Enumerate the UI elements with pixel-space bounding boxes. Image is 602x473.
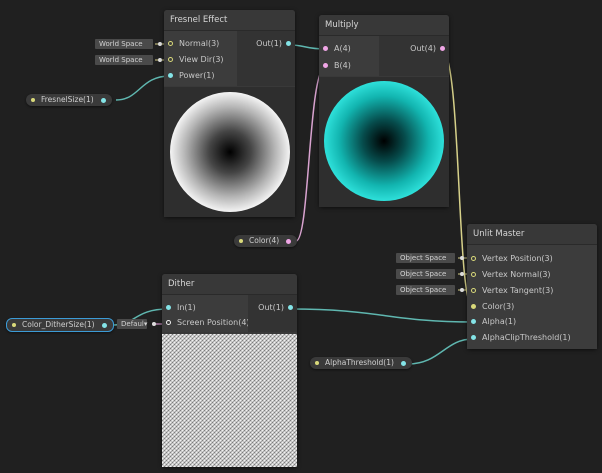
dither-screen-position-label: Screen Position(4) — [177, 318, 250, 327]
fresnel-normal-port[interactable]: Normal(3) — [164, 37, 237, 51]
multiply-node-title[interactable]: Multiply — [319, 15, 449, 36]
unlit-color-port[interactable]: Color(3) — [467, 300, 597, 314]
color-port-dot[interactable] — [323, 46, 328, 51]
dither-preview-image — [162, 334, 297, 467]
fresnel-power-label: Power(1) — [179, 71, 215, 80]
unlit-vertex-tangent-space[interactable]: Object Space — [396, 285, 464, 295]
value-connector-dot — [460, 272, 464, 276]
multiply-out-label: Out(4) — [410, 44, 436, 53]
multiply-a-label: A(4) — [334, 44, 351, 53]
unlit-master-node-title[interactable]: Unlit Master — [467, 224, 597, 245]
color-port-dot[interactable] — [286, 238, 292, 244]
fresnel-size-label: FresnelSize(1) — [41, 95, 94, 104]
dither-out-label: Out(1) — [258, 303, 284, 312]
unlit-vertex-normal-label: Vertex Normal(3) — [482, 270, 551, 279]
unlit-vertex-normal-port[interactable]: Vertex Normal(3) — [467, 268, 597, 282]
wire-fresnelsize-to-power — [115, 75, 171, 101]
dither-node[interactable]: Dither In(1) Screen Position(4) Out(1) — [162, 274, 297, 467]
value-connector-dot — [158, 58, 162, 62]
float-port-dot[interactable] — [166, 305, 171, 310]
fresnel-preview-image — [170, 92, 290, 212]
fresnel-size-property[interactable]: FresnelSize(1) — [26, 94, 112, 106]
unlit-alpha-clip-threshold-label: AlphaClipThreshold(1) — [482, 333, 571, 342]
fresnel-viewdir-port[interactable]: View Dir(3) — [164, 53, 237, 67]
color-dither-size-property[interactable]: Color_DitherSize(1) — [6, 318, 114, 332]
vector-port-dot[interactable] — [471, 256, 476, 261]
float-port-dot[interactable] — [101, 322, 107, 328]
multiply-preview-image — [324, 81, 444, 201]
unlit-vertex-normal-space[interactable]: Object Space — [396, 269, 464, 279]
unlit-vertex-tangent-label: Vertex Tangent(3) — [482, 286, 554, 295]
alpha-threshold-label: AlphaThreshold(1) — [325, 358, 394, 367]
fresnel-normal-space[interactable]: World Space — [95, 39, 162, 49]
dither-node-title[interactable]: Dither — [162, 274, 297, 295]
dither-preview — [162, 334, 297, 467]
fresnel-viewdir-label: View Dir(3) — [179, 55, 224, 64]
color-property[interactable]: Color(4) — [234, 235, 298, 247]
float-port-dot[interactable] — [288, 305, 293, 310]
dither-in-port[interactable]: In(1) — [162, 301, 248, 315]
fresnel-normal-label: Normal(3) — [179, 39, 220, 48]
fresnel-node-title[interactable]: Fresnel Effect — [164, 10, 295, 31]
unlit-alpha-label: Alpha(1) — [482, 317, 517, 326]
multiply-b-port[interactable]: B(4) — [319, 59, 379, 73]
multiply-b-label: B(4) — [334, 61, 351, 70]
fresnel-power-port[interactable]: Power(1) — [164, 69, 237, 83]
color-port-dot[interactable] — [166, 320, 171, 325]
unlit-vertex-tangent-space-label: Object Space — [400, 286, 447, 294]
color-property-label: Color(4) — [249, 236, 280, 245]
multiply-out-port[interactable]: Out(4) — [379, 42, 449, 56]
multiply-a-port[interactable]: A(4) — [319, 42, 379, 56]
wire-dither-to-unlit-alpha — [289, 308, 474, 323]
fresnel-out-port[interactable]: Out(1) — [237, 37, 295, 51]
unlit-alpha-clip-threshold-port[interactable]: AlphaClipThreshold(1) — [467, 331, 597, 345]
wire-alphathreshold-to-clip — [407, 338, 474, 365]
vector-port-dot[interactable] — [471, 272, 476, 277]
unlit-vertex-position-label: Vertex Position(3) — [482, 254, 553, 263]
property-handle-dot — [12, 323, 16, 327]
alpha-threshold-property[interactable]: AlphaThreshold(1) — [310, 357, 412, 369]
vector-port-dot[interactable] — [471, 288, 476, 293]
float-port-dot[interactable] — [471, 319, 476, 324]
dither-screen-position-mode[interactable]: Defaul▾ — [117, 319, 156, 329]
fresnel-out-label: Out(1) — [256, 39, 282, 48]
fresnel-normal-space-label: World Space — [99, 40, 143, 48]
vector-port-dot[interactable] — [168, 41, 173, 46]
unlit-master-node[interactable]: Unlit Master Vertex Position(3) Vertex N… — [467, 224, 597, 349]
color-port-dot[interactable] — [440, 46, 445, 51]
dither-out-port[interactable]: Out(1) — [248, 301, 297, 315]
unlit-vertex-tangent-port[interactable]: Vertex Tangent(3) — [467, 284, 597, 298]
dither-in-label: In(1) — [177, 303, 196, 312]
fresnel-viewdir-space[interactable]: World Space — [95, 55, 162, 65]
value-connector-dot — [460, 288, 464, 292]
color-dither-size-label: Color_DitherSize(1) — [22, 320, 95, 329]
property-handle-dot — [315, 361, 319, 365]
value-connector-dot — [152, 322, 156, 326]
vector-port-dot[interactable] — [168, 57, 173, 62]
property-handle-dot — [31, 98, 35, 102]
fresnel-preview — [164, 87, 295, 217]
float-port-dot[interactable] — [400, 360, 406, 366]
multiply-preview — [319, 77, 449, 207]
unlit-vertex-position-port[interactable]: Vertex Position(3) — [467, 252, 597, 266]
multiply-node[interactable]: Multiply A(4) B(4) Out(4) — [319, 15, 449, 207]
float-port-dot[interactable] — [471, 335, 476, 340]
dither-screen-position-mode-label: Defaul▾ — [121, 320, 148, 328]
property-handle-dot — [239, 239, 243, 243]
float-port-dot[interactable] — [168, 73, 173, 78]
fresnel-effect-node[interactable]: Fresnel Effect Normal(3) View Dir(3) Pow… — [164, 10, 295, 217]
vector-port-dot[interactable] — [471, 304, 476, 309]
fresnel-viewdir-space-label: World Space — [99, 56, 143, 64]
unlit-vertex-position-space[interactable]: Object Space — [396, 253, 464, 263]
float-port-dot[interactable] — [100, 97, 106, 103]
color-port-dot[interactable] — [323, 63, 328, 68]
unlit-vertex-normal-space-label: Object Space — [400, 270, 447, 278]
unlit-alpha-port[interactable]: Alpha(1) — [467, 315, 597, 329]
unlit-vertex-position-space-label: Object Space — [400, 254, 447, 262]
float-port-dot[interactable] — [286, 41, 291, 46]
dither-screen-position-port[interactable]: Screen Position(4) — [162, 316, 250, 330]
value-connector-dot — [460, 256, 464, 260]
value-connector-dot — [158, 42, 162, 46]
unlit-color-label: Color(3) — [482, 302, 515, 311]
